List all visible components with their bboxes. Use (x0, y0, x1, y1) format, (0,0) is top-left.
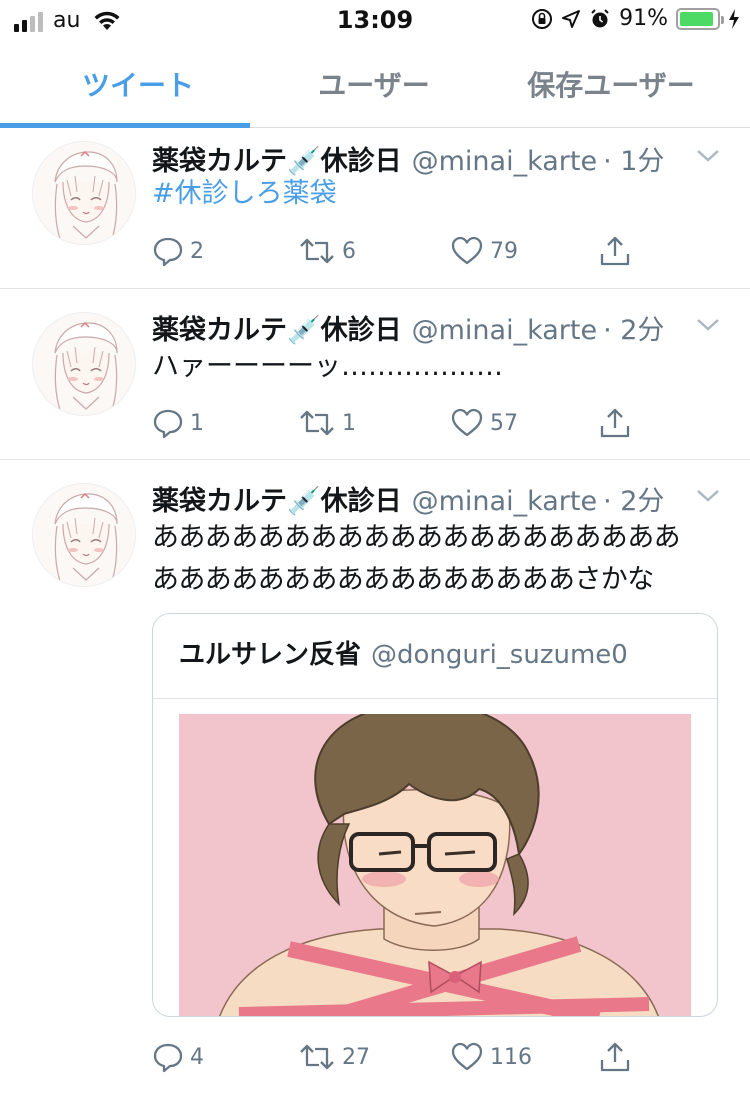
heart-icon (451, 408, 483, 437)
active-tab-indicator (0, 123, 250, 128)
tweet-header: 薬袋カルテ💉休診日 @minai_karte · 2分 (152, 308, 664, 347)
tweet-item[interactable]: 薬袋カルテ💉休診日 @minai_karte · 1分 #休診しろ薬袋 2 6 … (0, 129, 750, 289)
like-count: 79 (490, 238, 518, 264)
battery-level (680, 11, 713, 26)
like-button[interactable]: 79 (450, 233, 518, 269)
reply-button[interactable]: 4 (152, 1039, 204, 1075)
like-button[interactable]: 116 (450, 1039, 532, 1075)
tweet-time: · 2分 (603, 486, 665, 517)
status-bar: au 13:09 91% (0, 0, 750, 40)
retweet-icon (300, 410, 334, 436)
quote-author-name: ユルサレン反省 (179, 640, 362, 670)
illustration-image (179, 714, 691, 1016)
tweet-text-line: ああああああああああああああああああああ (152, 522, 681, 553)
reply-count: 1 (190, 410, 204, 436)
like-button[interactable]: 57 (450, 405, 518, 441)
retweet-count: 27 (342, 1044, 370, 1070)
tweet-item[interactable]: 薬袋カルテ💉休診日 @minai_karte · 2分 ハァーーーーッ……………… (0, 290, 750, 460)
share-button[interactable] (598, 233, 632, 269)
retweet-count: 1 (342, 410, 356, 436)
orientation-lock-icon (532, 8, 553, 29)
avatar[interactable] (32, 312, 136, 416)
battery-percent: 91% (619, 6, 668, 31)
author-handle[interactable]: @minai_karte (412, 315, 597, 346)
share-button[interactable] (598, 405, 632, 441)
retweet-icon (300, 238, 334, 264)
chevron-down-icon[interactable] (696, 149, 720, 163)
hashtag-link[interactable]: #休診しろ薬袋 (152, 178, 337, 209)
tab-users[interactable]: ユーザー (276, 48, 472, 120)
reply-icon (153, 1043, 183, 1073)
reply-button[interactable]: 1 (152, 405, 204, 441)
tweet-time: · 2分 (603, 315, 665, 346)
like-count: 116 (490, 1044, 532, 1070)
tweet-actions: 2 6 79 (152, 233, 692, 269)
battery-icon (676, 7, 724, 30)
location-icon (562, 9, 581, 28)
author-name[interactable]: 薬袋カルテ💉休診日 (152, 479, 402, 518)
quote-author-handle: @donguri_suzume0 (371, 640, 628, 670)
chevron-down-icon[interactable] (696, 489, 720, 503)
charging-icon (729, 8, 739, 29)
tweet-text-line: ああああああああああああああああさかな (152, 564, 654, 595)
avatar[interactable] (32, 483, 136, 587)
share-icon (600, 1042, 630, 1072)
like-count: 57 (490, 410, 518, 436)
retweet-icon (300, 1044, 334, 1070)
tweet-header: 薬袋カルテ💉休診日 @minai_karte · 2分 (152, 479, 664, 518)
chevron-down-icon[interactable] (696, 318, 720, 332)
reply-button[interactable]: 2 (152, 233, 204, 269)
battery-cap (721, 15, 724, 24)
share-button[interactable] (598, 1039, 632, 1075)
tab-bar: ツイート ユーザー 保存ユーザー (0, 48, 750, 128)
tweet-actions: 1 1 57 (152, 405, 692, 441)
reply-count: 4 (190, 1044, 204, 1070)
tweet-item[interactable]: 薬袋カルテ💉休診日 @minai_karte · 2分 ああああああああああああ… (0, 461, 750, 1094)
reply-icon (153, 237, 183, 267)
tab-saved-users[interactable]: 保存ユーザー (472, 48, 750, 120)
share-icon (600, 408, 630, 438)
author-handle[interactable]: @minai_karte (412, 486, 597, 517)
status-right: 91% (531, 6, 740, 31)
alarm-icon (591, 8, 609, 27)
tab-tweets[interactable]: ツイート (0, 48, 276, 120)
retweet-count: 6 (342, 238, 356, 264)
share-icon (600, 236, 630, 266)
reply-count: 2 (190, 238, 204, 264)
avatar[interactable] (32, 141, 136, 245)
retweet-button[interactable]: 6 (298, 233, 356, 269)
tweet-text: #休診しろ薬袋 (152, 173, 732, 215)
retweet-button[interactable]: 1 (298, 405, 356, 441)
quoted-tweet[interactable]: ユルサレン反省 @donguri_suzume0 (152, 613, 718, 1017)
tweet-actions: 4 27 116 (152, 1039, 692, 1075)
quote-header: ユルサレン反省 @donguri_suzume0 (179, 634, 628, 671)
author-name[interactable]: 薬袋カルテ💉休診日 (152, 308, 402, 347)
reply-icon (153, 409, 183, 439)
tweet-text: ああああああああああああああああああああ ああああああああああああああああさかな (152, 517, 732, 601)
retweet-button[interactable]: 27 (298, 1039, 370, 1075)
heart-icon (451, 1042, 483, 1071)
tweet-text: ハァーーーーッ……………… (152, 351, 503, 382)
quote-divider (153, 698, 717, 699)
heart-icon (451, 236, 483, 265)
quote-image[interactable] (179, 714, 691, 1016)
